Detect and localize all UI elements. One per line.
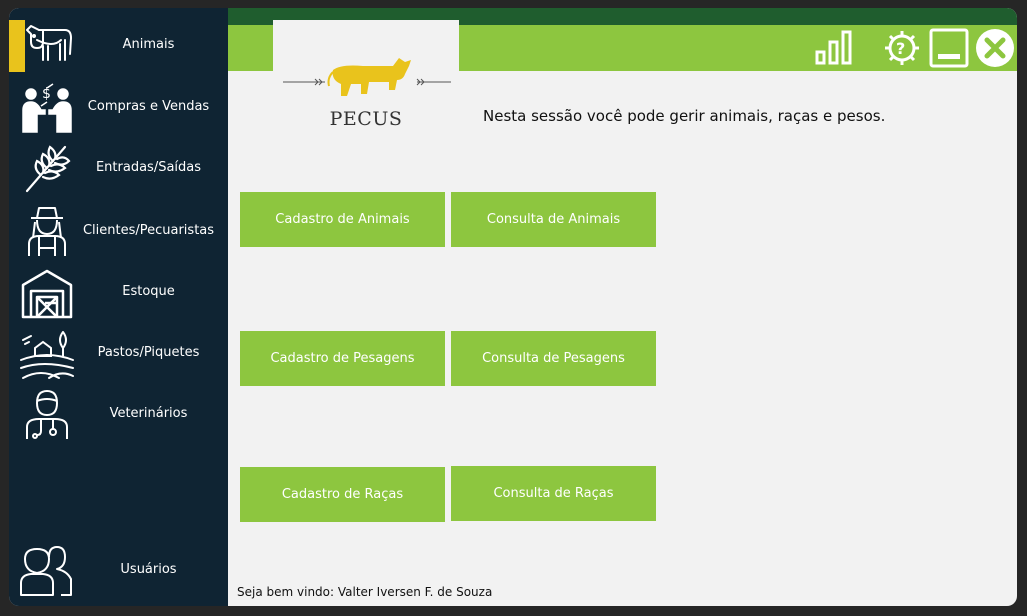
sidebar-item-estoque[interactable]: Estoque: [9, 263, 228, 321]
svg-text:?: ?: [896, 39, 905, 58]
field-icon: [20, 331, 74, 379]
users-icon: [20, 546, 72, 596]
app-window: Animais $ Compras e Vendas Entradas/Saíd…: [9, 8, 1017, 606]
minimize-icon[interactable]: [929, 28, 969, 68]
cow-logo-icon: [283, 58, 451, 96]
consulta-racas-button[interactable]: Consulta de Raças: [451, 466, 656, 521]
sidebar-item-label: Compras e Vendas: [87, 99, 210, 114]
settings-help-icon[interactable]: ?: [881, 28, 923, 68]
close-icon[interactable]: [975, 28, 1015, 68]
cadastro-animais-button[interactable]: Cadastro de Animais: [240, 192, 445, 247]
sidebar-item-compras-vendas[interactable]: $ Compras e Vendas: [9, 78, 228, 136]
sidebar-item-usuarios[interactable]: Usuários: [9, 541, 228, 599]
chart-bars-icon[interactable]: [814, 28, 854, 66]
sidebar: Animais $ Compras e Vendas Entradas/Saíd…: [9, 8, 228, 606]
consulta-animais-button[interactable]: Consulta de Animais: [451, 192, 656, 247]
sidebar-item-label: Clientes/Pecuaristas: [82, 223, 215, 238]
sidebar-item-entradas-saidas[interactable]: Entradas/Saídas: [9, 139, 228, 197]
doctor-icon: [26, 390, 68, 439]
sidebar-item-label: Usuários: [120, 562, 177, 577]
people-trade-icon: $: [22, 83, 72, 133]
cow-icon: [26, 25, 72, 61]
sidebar-item-label: Entradas/Saídas: [95, 160, 202, 175]
barn-icon: [21, 269, 73, 319]
sidebar-item-label: Animais: [122, 37, 175, 52]
cadastro-pesagens-button[interactable]: Cadastro de Pesagens: [240, 331, 445, 386]
consulta-pesagens-button[interactable]: Consulta de Pesagens: [451, 331, 656, 386]
sidebar-item-pastos-piquetes[interactable]: Pastos/Piquetes: [9, 324, 228, 382]
sidebar-item-clientes-pecuaristas[interactable]: Clientes/Pecuaristas: [9, 202, 228, 260]
wheat-icon: [25, 145, 71, 193]
sidebar-item-veterinarios[interactable]: Veterinários: [9, 385, 228, 443]
farmer-icon: [28, 207, 66, 256]
section-description: Nesta sessão você pode gerir animais, ra…: [483, 107, 886, 125]
cadastro-racas-button[interactable]: Cadastro de Raças: [240, 467, 445, 522]
welcome-message: Seja bem vindo: Valter Iversen F. de Sou…: [237, 585, 493, 599]
svg-text:$: $: [42, 86, 51, 102]
sidebar-item-label: Estoque: [122, 284, 175, 299]
logo: PECUS: [273, 20, 459, 136]
logo-text: PECUS: [329, 108, 403, 130]
sidebar-item-animais[interactable]: Animais: [9, 16, 228, 74]
sidebar-item-label: Veterinários: [109, 406, 188, 421]
sidebar-item-label: Pastos/Piquetes: [97, 345, 200, 360]
